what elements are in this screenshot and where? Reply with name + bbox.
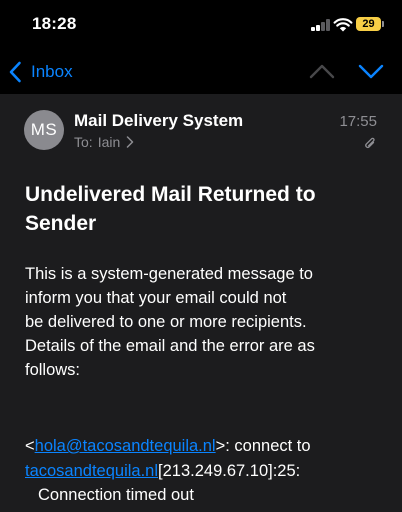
recipient-name: Iain <box>97 134 121 150</box>
body-line: follows: <box>25 361 81 379</box>
body-line: This is a system-generated message to <box>25 265 313 283</box>
back-button[interactable]: Inbox <box>8 60 73 84</box>
to-label: To: <box>74 134 93 150</box>
wifi-icon <box>333 18 353 32</box>
avatar[interactable]: MS <box>24 110 64 150</box>
message-subject: Undelivered Mail Returned to Sender <box>25 183 316 235</box>
error-details: <hola@tacosandtequila.nl>: connect to ta… <box>25 434 395 508</box>
error-line: <hola@tacosandtequila.nl>: connect to <box>25 434 395 459</box>
error-reason: Connection timed out <box>38 486 194 504</box>
error-line: tacosandtequila.nl[213.249.67.10]:25: <box>25 459 395 484</box>
chevron-up-icon[interactable] <box>309 62 335 80</box>
status-bar: 18:28 29 <box>0 0 402 50</box>
after-email-text: >: connect to <box>215 437 311 455</box>
mail-screen: 18:28 29 Inbox MS Mail Delivery System T… <box>0 0 402 512</box>
avatar-initials: MS <box>30 120 58 139</box>
chevron-left-icon <box>9 61 21 83</box>
domain-link[interactable]: tacosandtequila.nl <box>25 462 158 480</box>
recipients-line[interactable]: To: Iain <box>74 134 134 150</box>
status-time: 18:28 <box>32 14 77 33</box>
back-label: Inbox <box>31 62 73 81</box>
cellular-signal-icon <box>311 19 331 31</box>
navigation-bar: Inbox <box>0 50 402 94</box>
paperclip-icon <box>365 137 375 149</box>
body-line: Details of the email and the error are a… <box>25 337 315 355</box>
message-time: 17:55 <box>339 113 377 130</box>
battery-level: 29 <box>362 18 375 30</box>
sender-name[interactable]: Mail Delivery System <box>74 111 243 131</box>
message-body: This is a system-generated message to in… <box>25 262 385 382</box>
body-line: inform you that your email could not <box>25 289 287 307</box>
battery-icon: 29 <box>356 17 381 31</box>
battery-tip <box>382 21 384 27</box>
message-view: MS Mail Delivery System To: Iain 17:55 U… <box>0 94 402 512</box>
chevron-down-icon[interactable] <box>358 62 384 80</box>
chevron-right-icon <box>127 136 134 148</box>
after-domain-text: [213.249.67.10]:25: <box>158 461 301 480</box>
open-bracket: < <box>25 437 35 455</box>
email-link[interactable]: hola@tacosandtequila.nl <box>35 437 216 455</box>
body-line: be delivered to one or more recipients. <box>25 313 307 331</box>
